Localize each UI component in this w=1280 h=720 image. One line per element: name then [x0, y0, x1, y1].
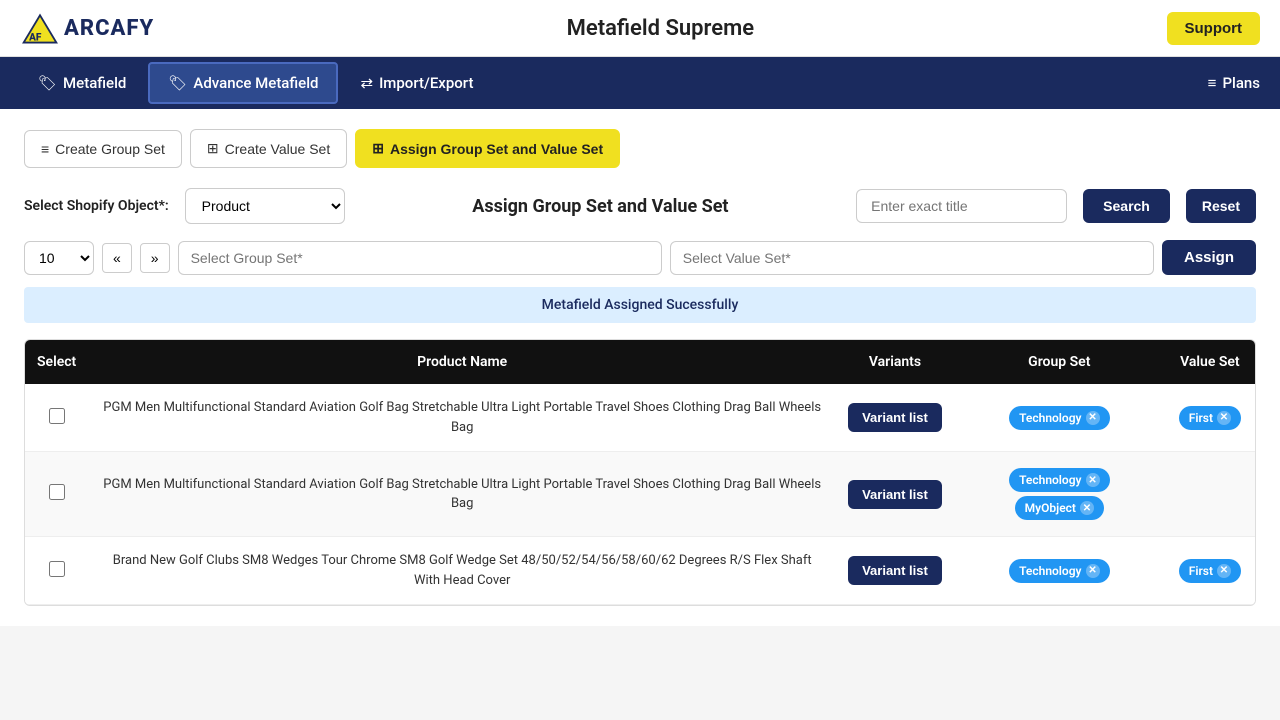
- main-content: ≡ Create Group Set ⊞ Create Value Set ⊞ …: [0, 109, 1280, 626]
- remove-group-set-icon[interactable]: ✕: [1086, 564, 1100, 578]
- nav-plans[interactable]: ≡ Plans: [1208, 74, 1260, 92]
- variants-cell: Variant list: [836, 452, 954, 537]
- remove-group-set-icon[interactable]: ✕: [1080, 501, 1094, 515]
- col-variants: Variants: [836, 340, 954, 384]
- product-name-cell: PGM Men Multifunctional Standard Aviatio…: [88, 452, 836, 537]
- search-button[interactable]: Search: [1083, 189, 1170, 223]
- value-set-cell: First ✕: [1165, 537, 1255, 605]
- success-message-text: Metafield Assigned Sucessfully: [542, 297, 739, 313]
- product-name-cell: PGM Men Multifunctional Standard Aviatio…: [88, 384, 836, 452]
- group-set-cell: Technology ✕: [954, 537, 1165, 605]
- success-banner: Metafield Assigned Sucessfully: [24, 287, 1256, 323]
- remove-group-set-icon[interactable]: ✕: [1086, 411, 1100, 425]
- nav-label-import-export: Import/Export: [379, 74, 473, 92]
- value-set-badge: First ✕: [1179, 559, 1241, 583]
- remove-group-set-icon[interactable]: ✕: [1086, 473, 1100, 487]
- products-table-wrap: Select Product Name Variants Group Set V…: [24, 339, 1256, 606]
- products-table: Select Product Name Variants Group Set V…: [25, 340, 1255, 605]
- controls-row: 10 25 50 100 « » Assign: [24, 240, 1256, 275]
- group-set-badge: Technology ✕: [1009, 559, 1109, 583]
- product-name-cell: Brand New Golf Clubs SM8 Wedges Tour Chr…: [88, 537, 836, 605]
- svg-text:AF: AF: [28, 33, 42, 44]
- tab-create-value-set[interactable]: ⊞ Create Value Set: [190, 129, 347, 168]
- variant-list-button[interactable]: Variant list: [848, 403, 942, 432]
- nav-item-advance-metafield[interactable]: 🏷 Advance Metafield: [148, 62, 338, 104]
- variants-cell: Variant list: [836, 537, 954, 605]
- logo-text: ARCAFY: [64, 16, 154, 41]
- nav-item-metafield[interactable]: 🏷 Metafield: [20, 64, 144, 102]
- search-title-input[interactable]: [856, 189, 1067, 223]
- tag-double-icon: 🏷: [168, 74, 187, 92]
- group-set-cell: Technology ✕ MyObject ✕: [954, 452, 1165, 537]
- value-set-badge: First ✕: [1179, 406, 1241, 430]
- arcafy-logo-icon: AF: [20, 8, 60, 48]
- tab-assign-label: Assign Group Set and Value Set: [390, 141, 603, 157]
- nav-item-import-export[interactable]: ⇄ Import/Export: [342, 64, 491, 102]
- value-set-input[interactable]: [670, 241, 1154, 275]
- variant-list-button[interactable]: Variant list: [848, 556, 942, 585]
- row-checkbox-cell: [25, 537, 88, 605]
- group-set-badge: MyObject ✕: [1015, 496, 1104, 520]
- app-title: Metafield Supreme: [567, 16, 754, 41]
- group-set-badge: Technology ✕: [1009, 406, 1109, 430]
- table-row: PGM Men Multifunctional Standard Aviatio…: [25, 452, 1255, 537]
- next-arrow-icon: »: [151, 250, 159, 266]
- variant-list-button[interactable]: Variant list: [848, 480, 942, 509]
- table-row: Brand New Golf Clubs SM8 Wedges Tour Chr…: [25, 537, 1255, 605]
- col-product-name: Product Name: [88, 340, 836, 384]
- assign-section-title: Assign Group Set and Value Set: [361, 196, 840, 217]
- col-group-set: Group Set: [954, 340, 1165, 384]
- logo: AF ARCAFY: [20, 8, 154, 48]
- tab-create-value-set-label: Create Value Set: [225, 141, 331, 157]
- group-set-cell: Technology ✕: [954, 384, 1165, 452]
- top-bar: AF ARCAFY Metafield Supreme Support: [0, 0, 1280, 57]
- nav-label-advance-metafield: Advance Metafield: [193, 74, 318, 92]
- nav-label-metafield: Metafield: [63, 74, 126, 92]
- row-checkbox[interactable]: [49, 484, 65, 500]
- group-set-badge: Technology ✕: [1009, 468, 1109, 492]
- table-header-row: Select Product Name Variants Group Set V…: [25, 340, 1255, 384]
- table-row: PGM Men Multifunctional Standard Aviatio…: [25, 384, 1255, 452]
- tab-assign-group-value-set[interactable]: ⊞ Assign Group Set and Value Set: [355, 129, 620, 168]
- nav-bar: 🏷 Metafield 🏷 Advance Metafield ⇄ Import…: [0, 57, 1280, 109]
- arrow-exchange-icon: ⇄: [360, 74, 373, 92]
- shopify-object-select[interactable]: Product Collection Order Customer: [185, 188, 345, 224]
- grid-tab-icon: ⊞: [207, 140, 219, 157]
- assign-header-row: Select Shopify Object*: Product Collecti…: [24, 188, 1256, 224]
- per-page-select[interactable]: 10 25 50 100: [24, 241, 94, 275]
- remove-value-set-icon[interactable]: ✕: [1217, 411, 1231, 425]
- list-tab-icon: ≡: [41, 141, 49, 157]
- assign-tab-icon: ⊞: [372, 140, 384, 157]
- prev-page-button[interactable]: «: [102, 243, 132, 273]
- tab-create-group-set[interactable]: ≡ Create Group Set: [24, 130, 182, 168]
- row-checkbox-cell: [25, 452, 88, 537]
- row-checkbox[interactable]: [49, 408, 65, 424]
- support-button[interactable]: Support: [1167, 12, 1261, 45]
- row-checkbox[interactable]: [49, 561, 65, 577]
- next-page-button[interactable]: »: [140, 243, 170, 273]
- group-set-input[interactable]: [178, 241, 662, 275]
- value-set-cell: [1165, 452, 1255, 537]
- variants-cell: Variant list: [836, 384, 954, 452]
- tab-create-group-set-label: Create Group Set: [55, 141, 165, 157]
- tabs-row: ≡ Create Group Set ⊞ Create Value Set ⊞ …: [24, 129, 1256, 168]
- col-value-set: Value Set: [1165, 340, 1255, 384]
- list-icon: ≡: [1208, 74, 1217, 92]
- reset-button[interactable]: Reset: [1186, 189, 1256, 223]
- col-select: Select: [25, 340, 88, 384]
- assign-button[interactable]: Assign: [1162, 240, 1256, 275]
- nav-plans-label: Plans: [1222, 74, 1260, 92]
- remove-value-set-icon[interactable]: ✕: [1217, 564, 1231, 578]
- row-checkbox-cell: [25, 384, 88, 452]
- tag-icon: 🏷: [38, 74, 57, 92]
- value-set-cell: First ✕: [1165, 384, 1255, 452]
- prev-arrow-icon: «: [113, 250, 121, 266]
- select-object-label: Select Shopify Object*:: [24, 198, 169, 214]
